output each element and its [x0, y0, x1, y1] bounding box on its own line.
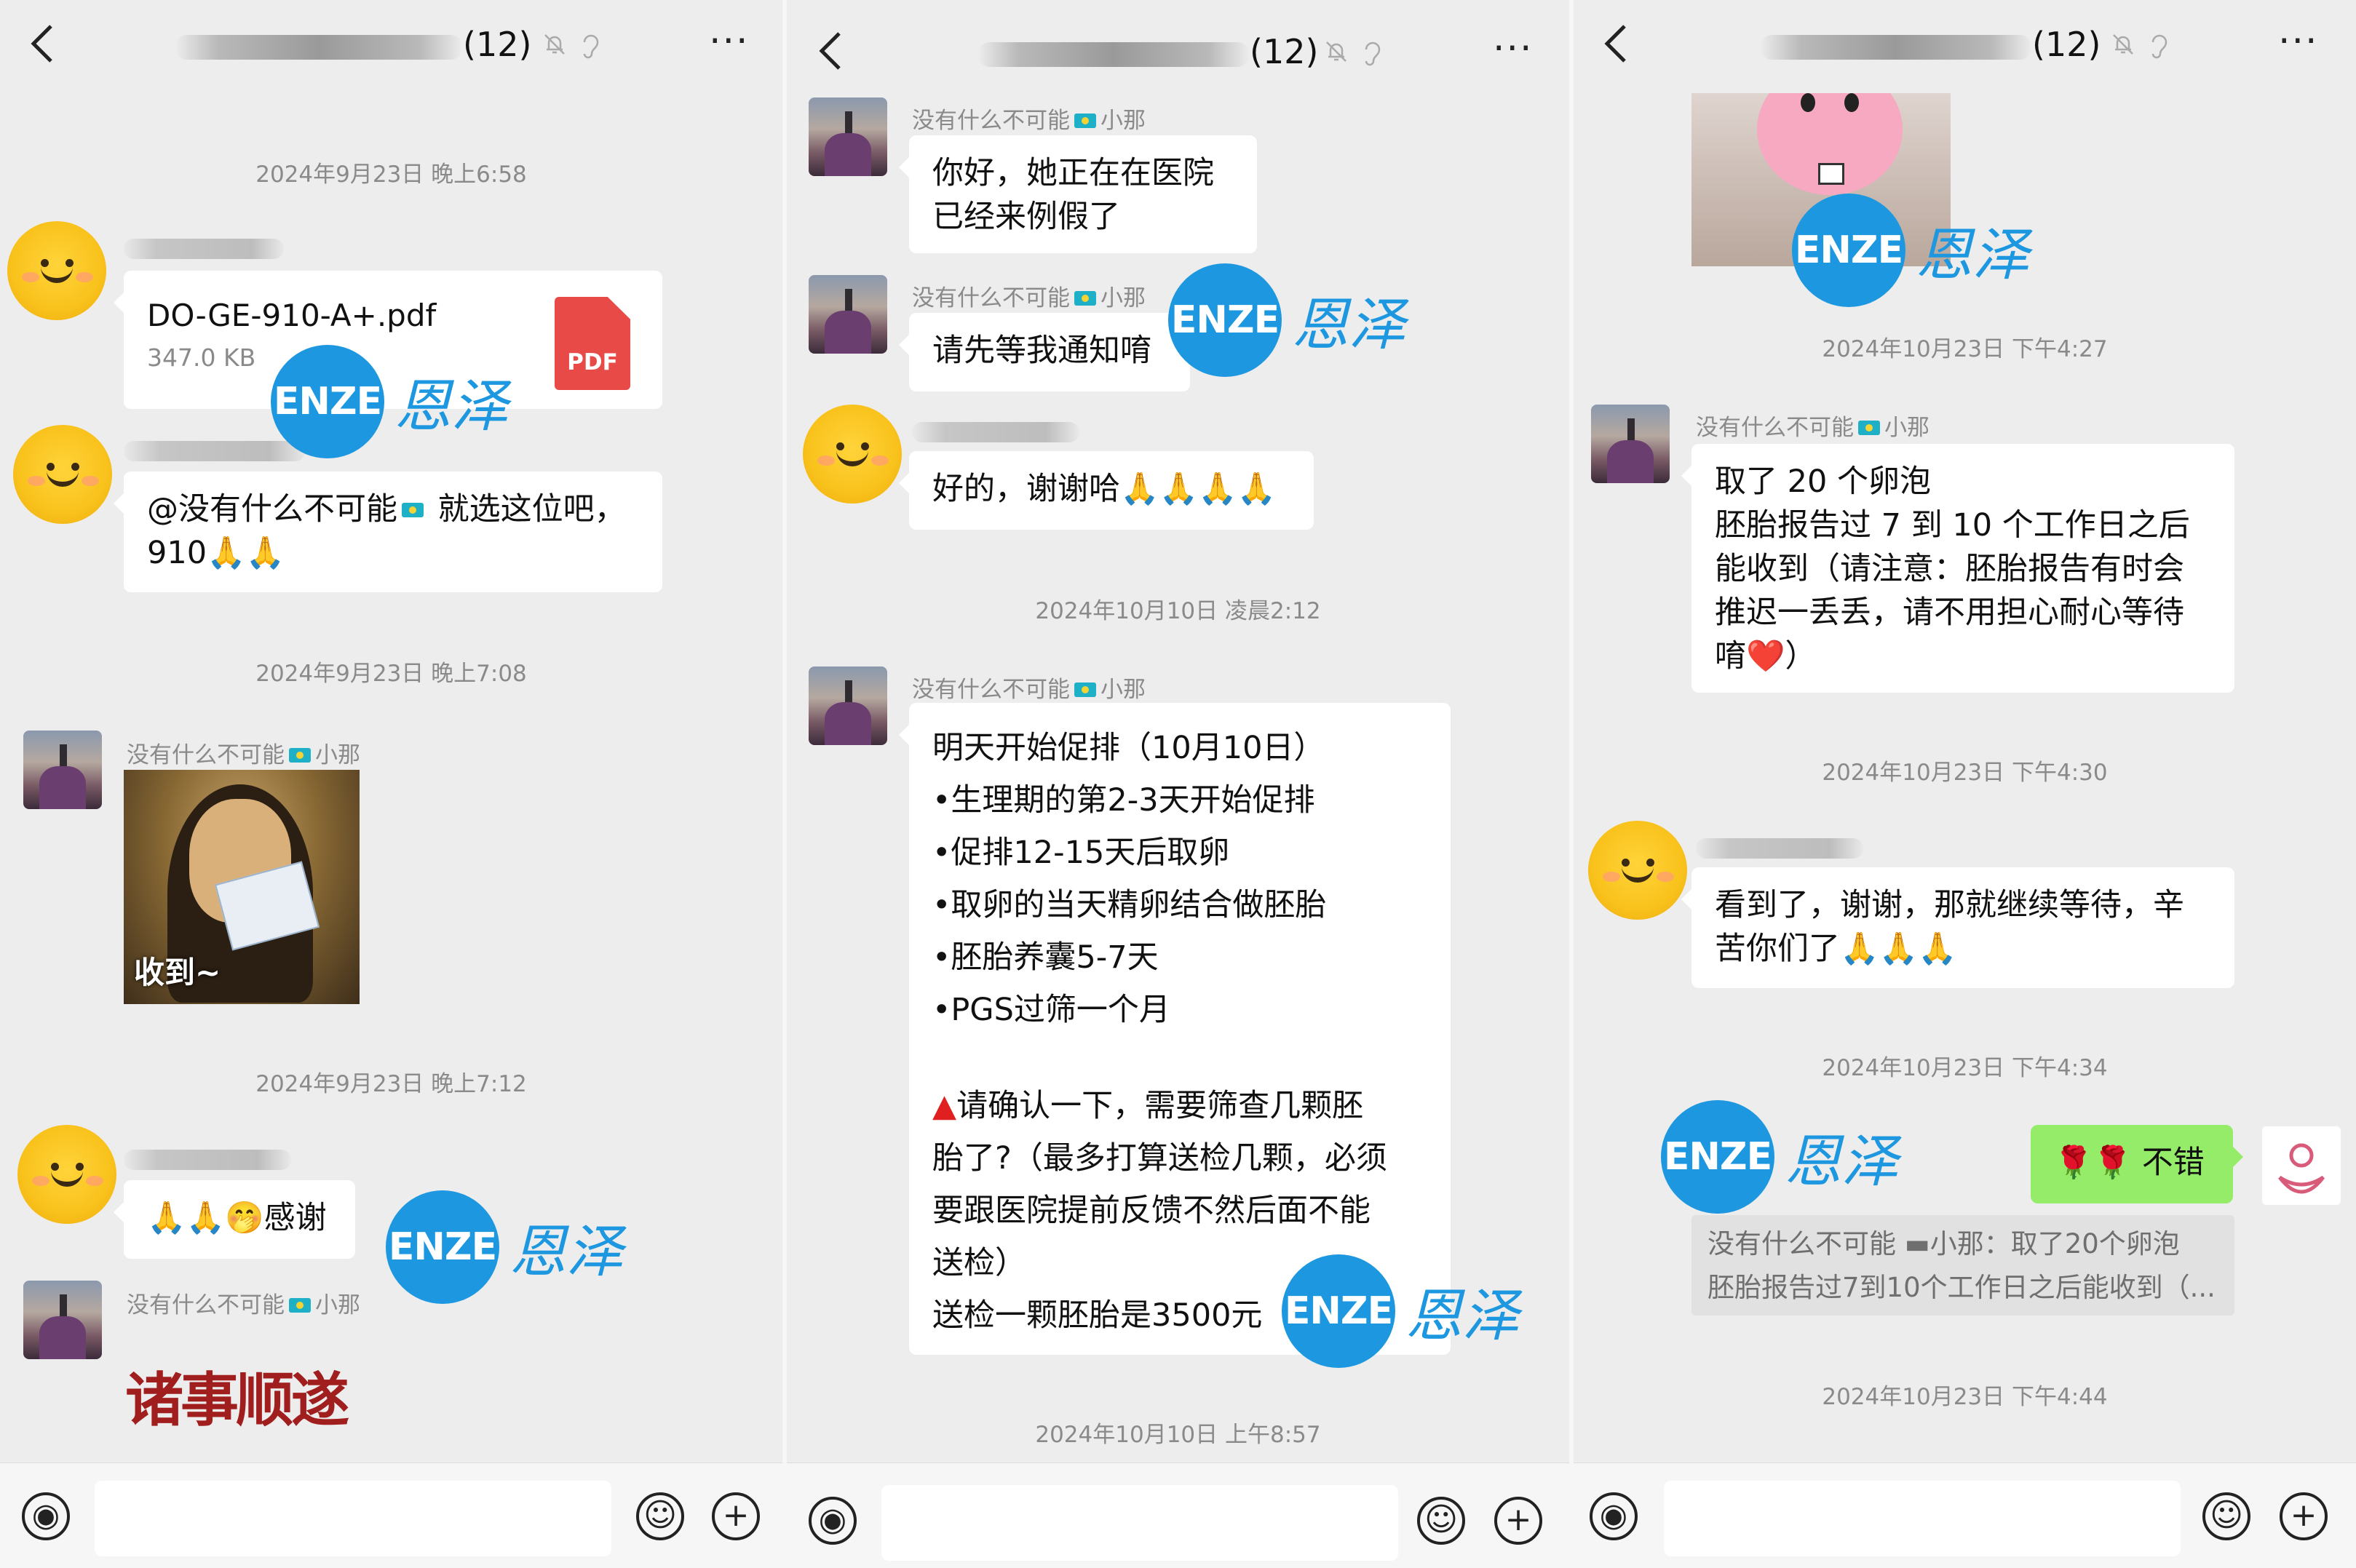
chat-panel-3: (12) ··· 2024年10月23日 下午4:27 没有什么不可能 小那 取了… [1574, 0, 2356, 1568]
enze-watermark: ENZE 恩泽 [1282, 1254, 1519, 1368]
bell-off-icon [1326, 41, 1346, 62]
timestamp: 2024年9月23日 晚上7:08 [255, 661, 527, 687]
ear-icon [1365, 41, 1381, 66]
flag-icon [1858, 420, 1880, 435]
sender-name: 没有什么不可能 小那 [912, 285, 1146, 311]
ear-icon [2151, 34, 2167, 59]
blurred-sender-name [1696, 838, 1863, 859]
plus-icon[interactable]: + [712, 1492, 760, 1540]
avatar[interactable] [809, 275, 887, 354]
ok-message[interactable]: 好的，谢谢哈🙏🙏🙏🙏 [899, 451, 1314, 530]
file-size: 347.0 KB [147, 343, 256, 372]
chat-panel-2: (12) ··· 没有什么不可能 小那 你好，她正在在医院 已经来例假了 没有什么不… [787, 0, 1569, 1568]
enze-watermark: ENZE 恩泽 [386, 1190, 623, 1304]
avatar[interactable] [17, 1125, 116, 1224]
emoji-icon[interactable]: ☺ [1417, 1497, 1465, 1545]
timestamp: 2024年10月23日 下午4:44 [1822, 1384, 2108, 1410]
mention-message[interactable]: @没有什么不可能 就选这位吧， 910🙏🙏 [114, 471, 662, 592]
flag-icon [289, 1297, 311, 1313]
reply-message[interactable]: 🌹🌹 不错 [2031, 1125, 2243, 1203]
avatar[interactable] [1591, 405, 1670, 483]
top-bar: (12) ··· [1574, 0, 2356, 93]
enze-watermark: ENZE 恩泽 [1661, 1100, 1898, 1214]
flag-icon [1074, 290, 1096, 306]
avatar[interactable] [7, 221, 106, 320]
chevron-left-icon[interactable] [816, 29, 845, 73]
avatar[interactable] [13, 425, 112, 524]
timestamp: 2024年9月23日 晚上6:58 [255, 162, 527, 188]
voice-icon[interactable]: ◉ [1590, 1492, 1638, 1540]
fortune-sticker[interactable]: 诸事顺遂 [125, 1353, 349, 1438]
flag-icon [402, 502, 424, 517]
timestamp: 2024年10月10日 上午8:57 [1035, 1422, 1321, 1448]
sender-name: 没有什么不可能 小那 [912, 677, 1146, 703]
blurred-group-name [1760, 34, 2032, 60]
plus-icon[interactable]: + [1494, 1497, 1542, 1545]
sender-name: 没有什么不可能 小那 [1696, 415, 1929, 441]
timestamp: 2024年10月10日 凌晨2:12 [1035, 598, 1321, 624]
chat-panel-1: (12) ··· 2024年9月23日 晚上6:58 DO-GE-910-A+.… [0, 0, 782, 1568]
plus-icon[interactable]: + [2280, 1492, 2328, 1540]
top-bar: (12) ··· [0, 0, 782, 93]
file-name: DO-GE-910-A+.pdf [147, 298, 437, 333]
blurred-sender-name [124, 1150, 291, 1170]
voice-icon[interactable]: ◉ [22, 1492, 70, 1540]
more-button[interactable]: ··· [1493, 30, 1534, 68]
bell-off-icon [544, 34, 565, 55]
seen-message[interactable]: 看到了，谢谢，那就继续等待，辛 苦你们了🙏🙏🙏 [1681, 867, 2234, 988]
message-input[interactable] [881, 1485, 1398, 1561]
pdf-file-icon: PDF [555, 297, 630, 390]
chevron-left-icon[interactable] [1601, 22, 1630, 65]
blurred-sender-name [912, 422, 1079, 442]
voice-icon[interactable]: ◉ [809, 1497, 857, 1545]
timestamp: 2024年9月23日 晚上7:12 [255, 1071, 527, 1097]
hospital-message[interactable]: 你好，她正在在医院 已经来例假了 [899, 135, 1257, 253]
emoji-icon[interactable]: ☺ [636, 1492, 684, 1540]
chat-title: (12) [1760, 25, 2101, 64]
bell-off-icon [2113, 34, 2133, 55]
avatar[interactable] [23, 731, 102, 809]
enze-watermark: ENZE 恩泽 [271, 345, 508, 458]
chat-title: (12) [175, 25, 531, 64]
wait-message[interactable]: 请先等我通知唷 [899, 313, 1190, 391]
message-input[interactable] [95, 1481, 611, 1556]
input-bar: ◉ ☺ + [0, 1462, 782, 1568]
more-button[interactable]: ··· [2278, 23, 2319, 60]
input-bar: ◉ ☺ + [787, 1462, 1569, 1568]
report-message[interactable]: 取了 20 个卵泡 胚胎报告过 7 到 10 个工作日之后 能收到（请注意：胚胎… [1681, 444, 2234, 693]
top-bar: (12) ··· [787, 0, 1569, 93]
sender-name: 没有什么不可能 小那 [127, 1292, 360, 1318]
avatar[interactable] [1588, 821, 1687, 920]
timestamp: 2024年10月23日 下午4:30 [1822, 760, 2108, 786]
sender-name: 没有什么不可能 小那 [912, 108, 1146, 134]
message-input[interactable] [1664, 1481, 2181, 1556]
timestamp: 2024年10月23日 下午4:27 [1822, 336, 2108, 362]
timestamp: 2024年10月23日 下午4:34 [1822, 1055, 2108, 1081]
input-bar: ◉ ☺ + [1574, 1462, 2356, 1568]
blurred-sender-name [124, 239, 284, 259]
chevron-left-icon[interactable] [28, 22, 57, 65]
warning-triangle-icon: ▲ [932, 1088, 957, 1124]
blurred-group-name [175, 34, 463, 60]
mona-lisa-sticker[interactable]: 收到~ [124, 770, 360, 1004]
sender-name: 没有什么不可能 小那 [127, 742, 360, 768]
more-button[interactable]: ··· [709, 23, 750, 60]
avatar[interactable] [809, 666, 887, 745]
thanks-message[interactable]: 🙏🙏🤭感谢 [114, 1180, 355, 1259]
avatar[interactable] [809, 97, 887, 176]
flag-icon [1074, 682, 1096, 697]
enze-watermark: ENZE 恩泽 [1168, 263, 1405, 377]
my-avatar[interactable] [2261, 1125, 2342, 1206]
avatar[interactable] [23, 1281, 102, 1359]
enze-watermark: ENZE 恩泽 [1792, 194, 2029, 307]
emoji-icon[interactable]: ☺ [2202, 1492, 2250, 1540]
avatar[interactable] [803, 405, 902, 504]
quoted-message[interactable]: 没有什么不可能 ▬小那：取了20个卵泡 胚胎报告过7到10个工作日之后能收到（.… [1691, 1215, 2234, 1316]
flag-icon [289, 747, 311, 763]
chat-title: (12) [977, 32, 1318, 71]
flag-icon [1074, 113, 1096, 128]
ear-icon [583, 34, 599, 59]
blurred-group-name [977, 41, 1250, 67]
